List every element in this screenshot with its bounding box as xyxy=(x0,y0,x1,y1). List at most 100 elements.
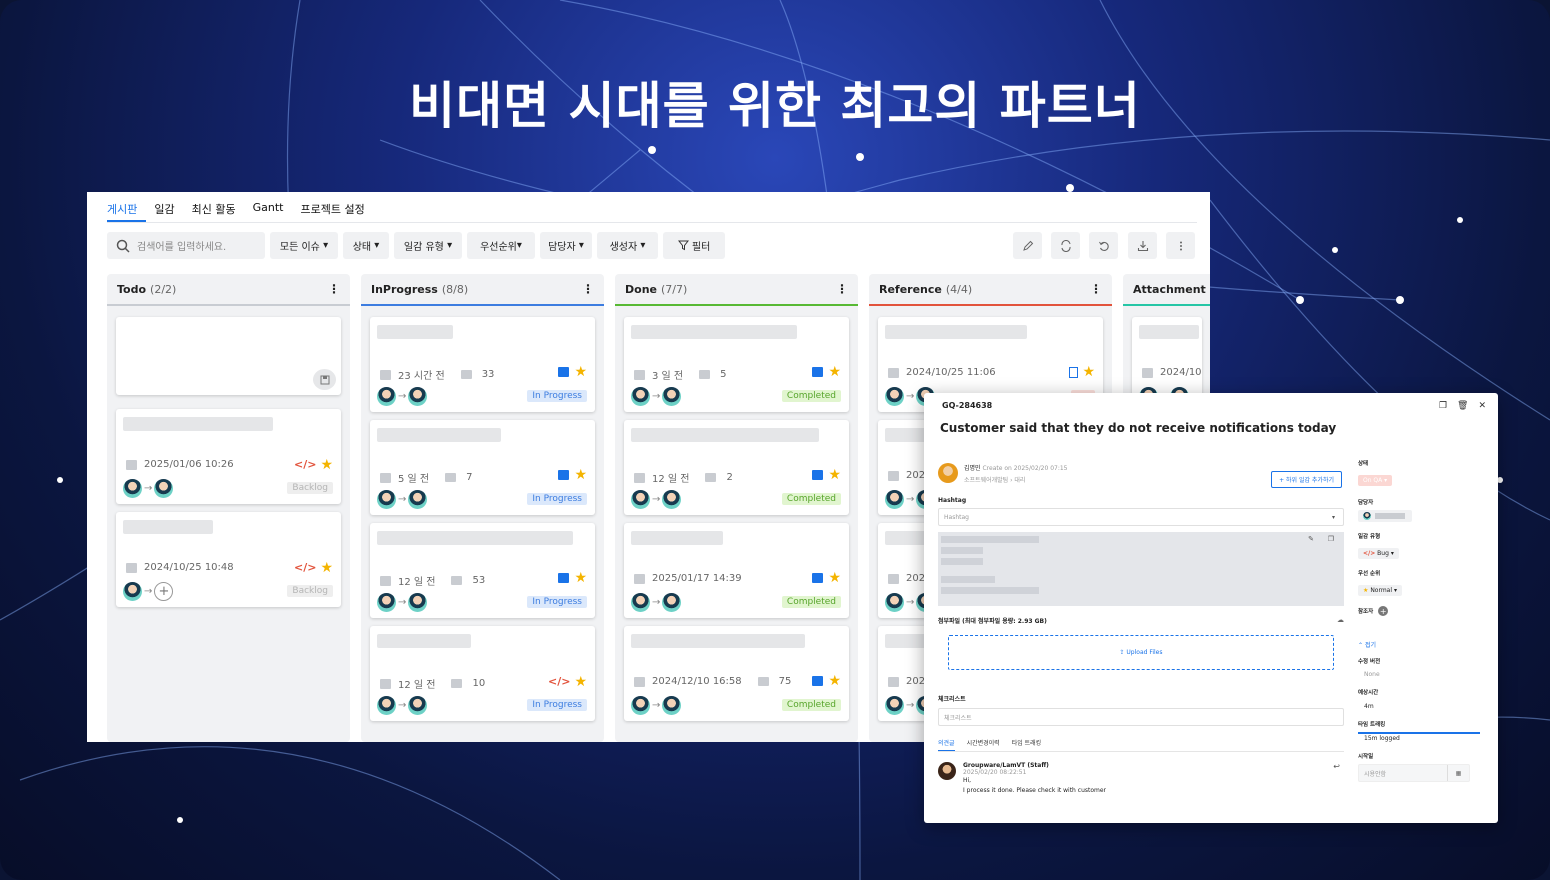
upload-files-dropzone[interactable]: ⇪ Upload Files xyxy=(948,635,1334,670)
star-icon[interactable]: ★ xyxy=(828,674,841,688)
star-icon[interactable]: ★ xyxy=(828,468,841,482)
calendar-icon xyxy=(888,573,899,584)
collapse-toggle[interactable]: ⌃ 접기 xyxy=(1358,640,1488,649)
description-editor[interactable]: ✎ ❐ xyxy=(938,532,1344,606)
tab-gantt[interactable]: Gantt xyxy=(253,192,293,222)
hashtag-select[interactable]: Hashtag ▾ xyxy=(938,508,1344,526)
edit-button[interactable] xyxy=(1013,232,1042,259)
column-menu-icon[interactable]: ⋮ xyxy=(1090,282,1102,296)
sync-icon xyxy=(1060,239,1071,252)
author-avatar xyxy=(938,463,958,483)
card-title-placeholder xyxy=(377,634,471,648)
add-assignee-icon[interactable]: + xyxy=(154,582,174,601)
star-icon[interactable]: ★ xyxy=(828,365,841,379)
card-time: 12 일 전 xyxy=(652,474,690,485)
issue-card[interactable]: 12 일 전 10 </> ★ → In Progress xyxy=(370,626,595,721)
star-icon[interactable]: ★ xyxy=(574,675,587,689)
card-meta: 2025/01/06 10:26 xyxy=(126,459,234,470)
column-menu-icon[interactable]: ⋮ xyxy=(582,282,594,296)
column-menu-icon[interactable]: ⋮ xyxy=(836,282,848,296)
archive-icon xyxy=(558,573,570,583)
add-watcher-icon[interactable]: + xyxy=(1378,606,1389,616)
comment-count: 5 xyxy=(720,369,727,380)
author-row: 김명민 Create on 2025/02/20 07:15 소프트웨어개발팀 … xyxy=(938,463,1344,489)
attachment-label: 첨부파일 (최대 첨부파일 용량: 2.93 GB) xyxy=(938,618,1047,625)
more-button[interactable] xyxy=(1166,232,1195,259)
issue-card[interactable]: 5 일 전 7 ★ → In Progress xyxy=(370,420,595,515)
calendar-icon[interactable]: ▦ xyxy=(1447,765,1469,781)
filter-creator-dropdown[interactable]: 생성자 ▾ xyxy=(597,232,658,259)
star-icon[interactable]: ★ xyxy=(574,571,587,585)
column-header: Done (7/7) ⋮ xyxy=(615,274,858,306)
tab-time-tracking[interactable]: 타임 트래킹 xyxy=(1012,738,1042,751)
creator-avatar xyxy=(377,387,396,406)
star-icon[interactable]: ★ xyxy=(828,571,841,585)
time-tracking-value: 15m logged xyxy=(1364,735,1400,742)
issue-card[interactable] xyxy=(116,317,341,395)
column-menu-icon[interactable]: ⋮ xyxy=(328,282,340,296)
priority-dropdown[interactable]: ★ Normal ▾ xyxy=(1358,585,1402,596)
status-dropdown[interactable]: On QA ▾ xyxy=(1358,475,1393,486)
issue-card[interactable]: 2024/12/10 16:58 75 ★ → Completed xyxy=(624,626,849,721)
card-time: 2024/12/10 16:58 xyxy=(652,676,742,687)
undo-button[interactable] xyxy=(1089,232,1118,259)
tab-issues[interactable]: 일감 xyxy=(154,192,183,222)
star-icon[interactable]: ★ xyxy=(574,365,587,379)
reply-icon[interactable]: ↩ xyxy=(1333,762,1340,771)
column-done: Done (7/7) ⋮ 3 일 전 5 ★ → Completed 12 일 전 2 ★ → Comp… xyxy=(615,274,858,742)
card-assignees: → + xyxy=(123,582,174,601)
card-meta: 3 일 전 5 xyxy=(634,367,727,382)
arrow-right-icon: → xyxy=(652,597,661,608)
pencil-icon[interactable]: ✎ xyxy=(1308,535,1314,543)
star-icon[interactable]: ★ xyxy=(320,561,333,575)
tab-comments[interactable]: 의견글 xyxy=(938,738,955,751)
filter-issue-type-dropdown[interactable]: 일감 유형 ▾ xyxy=(394,232,462,259)
copy-icon[interactable]: ❐ xyxy=(1439,401,1447,411)
tab-time-history[interactable]: 시간변경이력 xyxy=(967,738,1000,751)
download-button[interactable] xyxy=(1128,232,1157,259)
issue-card[interactable]: 12 일 전 53 ★ → In Progress xyxy=(370,523,595,618)
star-icon[interactable]: ★ xyxy=(574,468,587,482)
tab-project-settings[interactable]: 프로젝트 설정 xyxy=(300,192,373,222)
filter-status-dropdown[interactable]: 상태 ▾ xyxy=(343,232,389,259)
comment-icon xyxy=(451,679,463,688)
card-title-placeholder xyxy=(123,417,273,431)
column-header: Reference (4/4) ⋮ xyxy=(869,274,1112,306)
search-placeholder: 검색어를 입력하세요. xyxy=(137,242,227,253)
card-meta: 202 xyxy=(888,573,925,584)
issue-card[interactable]: 2024/10/25 10:48 </> ★ → + Backlog xyxy=(116,512,341,607)
trash-icon[interactable]: 🗑 xyxy=(1457,401,1468,411)
code-icon: </> xyxy=(293,561,317,574)
copy-icon[interactable]: ❐ xyxy=(1328,535,1334,543)
assignee-select[interactable] xyxy=(1358,510,1412,522)
tab-board[interactable]: 게시판 xyxy=(107,192,147,222)
star-icon[interactable]: ★ xyxy=(320,458,333,472)
tab-activity[interactable]: 최신 활동 xyxy=(192,192,245,222)
issue-card[interactable]: 12 일 전 2 ★ → Completed xyxy=(624,420,849,515)
cloud-upload-icon[interactable]: ☁ xyxy=(1337,616,1344,625)
watchers-label: 참조자 xyxy=(1358,609,1374,615)
issue-card[interactable]: 3 일 전 5 ★ → Completed xyxy=(624,317,849,412)
sync-button[interactable] xyxy=(1051,232,1080,259)
filter-all-issues-dropdown[interactable]: 모든 이슈 ▾ xyxy=(270,232,338,259)
arrow-right-icon: → xyxy=(398,700,407,711)
issue-type-dropdown[interactable]: </> Bug ▾ xyxy=(1358,548,1399,559)
archive-icon xyxy=(812,676,824,686)
issue-card[interactable]: 2025/01/06 10:26 </> ★ → Backlog xyxy=(116,409,341,504)
star-icon[interactable]: ★ xyxy=(1082,365,1095,379)
comment-count: 33 xyxy=(481,369,495,380)
close-icon[interactable]: ✕ xyxy=(1478,401,1486,411)
filter-assignee-dropdown[interactable]: 담당자 ▾ xyxy=(540,232,592,259)
issue-card[interactable]: 2025/01/17 14:39 ★ → Completed xyxy=(624,523,849,618)
checklist-input[interactable]: 체크리스트 xyxy=(938,708,1344,726)
column-title: InProgress xyxy=(371,282,438,296)
start-date-input[interactable]: 시용안함 ▦ xyxy=(1358,764,1470,782)
version-value[interactable]: None xyxy=(1364,671,1488,678)
filter-priority-dropdown[interactable]: 우선순위 ▾ xyxy=(467,232,535,259)
filter-button[interactable]: 필터 xyxy=(663,232,725,259)
estimate-value[interactable]: 4m xyxy=(1364,703,1488,710)
save-card-button[interactable] xyxy=(313,369,336,390)
add-subtask-button[interactable]: + 하위 일감 추가하기 xyxy=(1271,471,1342,488)
search-input[interactable]: 검색어를 입력하세요. xyxy=(107,232,265,259)
issue-card[interactable]: 23 시간 전 33 ★ → In Progress xyxy=(370,317,595,412)
